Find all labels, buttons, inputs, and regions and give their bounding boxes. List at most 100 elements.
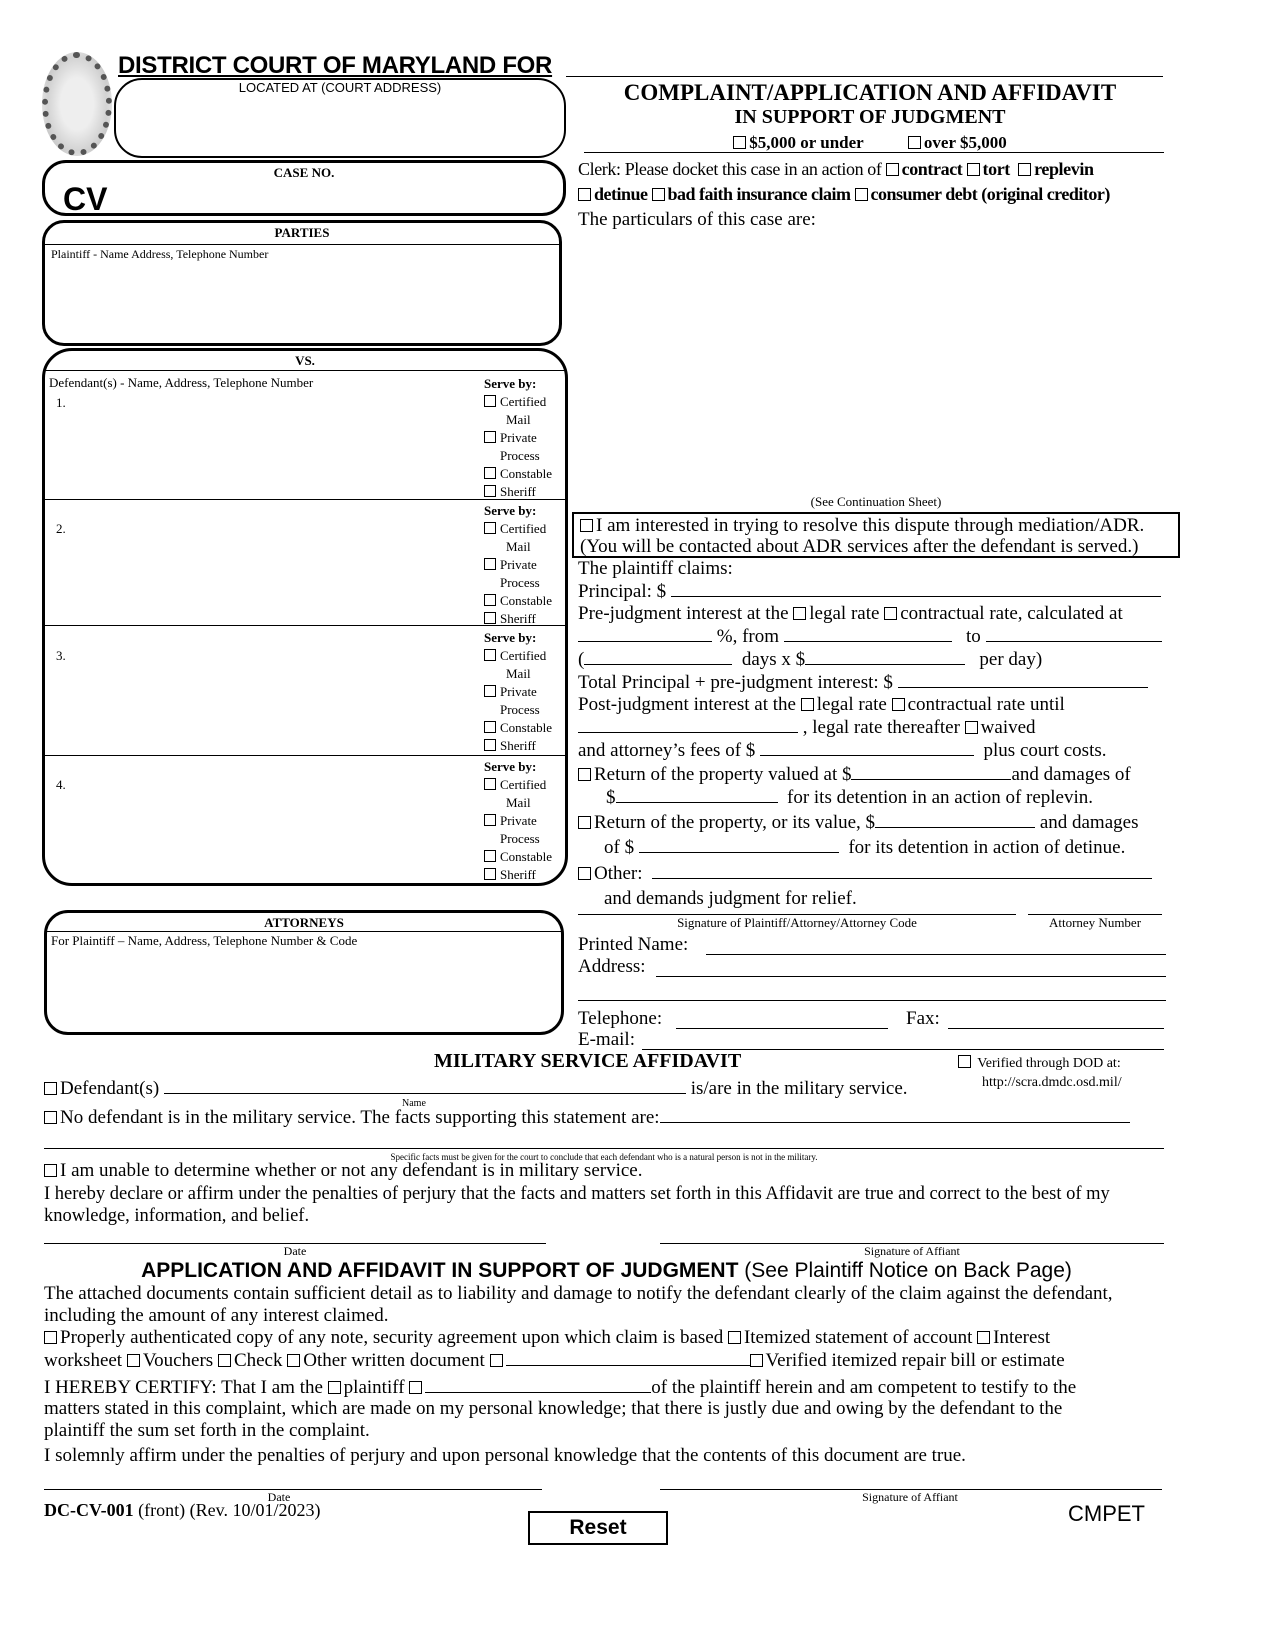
checkbox-icon[interactable] (580, 519, 593, 532)
serve-constable[interactable]: Constable (484, 719, 552, 737)
postjudgment-legal-rate-checkbox[interactable] (800, 698, 814, 711)
serve-private-process[interactable]: Private (484, 683, 552, 701)
checkbox-icon[interactable] (958, 1055, 971, 1068)
serve-certified-mail[interactable]: Certified (484, 647, 552, 665)
other-claim-input[interactable] (652, 862, 1153, 879)
interest-rate-input[interactable] (578, 625, 712, 642)
serve-private-process[interactable]: Private (484, 429, 552, 447)
serve-constable[interactable]: Constable (484, 848, 552, 866)
facts-input-2[interactable] (44, 1148, 1164, 1149)
other-doc-checkbox[interactable] (489, 1354, 503, 1367)
serve-certified-mail[interactable]: Certified (484, 776, 552, 794)
court-address-field[interactable]: LOCATED AT (COURT ADDRESS) (114, 78, 566, 158)
total-input[interactable] (897, 671, 1148, 688)
checkbox-icon[interactable] (484, 558, 496, 570)
postjudgment-contractual-rate-checkbox[interactable] (891, 698, 905, 711)
serve-certified-mail[interactable]: Certified (484, 393, 552, 411)
checkbox-icon[interactable] (484, 612, 496, 624)
checkbox-icon[interactable] (484, 431, 496, 443)
itemized-statement-checkbox[interactable] (727, 1331, 741, 1344)
action-contract-checkbox[interactable] (885, 163, 899, 176)
waived-checkbox[interactable] (964, 721, 978, 734)
checkbox-icon[interactable] (484, 868, 496, 880)
checkbox-icon[interactable] (484, 814, 496, 826)
dod-verified-option[interactable]: Verified through DOD at: (958, 1055, 1121, 1072)
plaintiff-label[interactable]: Plaintiff - Name Address, Telephone Numb… (51, 247, 268, 262)
certify-capacity-input[interactable] (425, 1376, 652, 1393)
attorney-fees-input[interactable] (760, 739, 975, 756)
adr-option[interactable]: I am interested in trying to resolve thi… (580, 515, 1172, 537)
detinue-return-checkbox[interactable] (578, 816, 591, 829)
vouchers-checkbox[interactable] (126, 1354, 140, 1367)
certify-other-checkbox[interactable] (409, 1381, 423, 1394)
other-claim-checkbox[interactable] (578, 867, 591, 880)
authenticated-copy-checkbox[interactable] (44, 1331, 57, 1344)
fax-input[interactable] (948, 1028, 1164, 1029)
serve-certified-mail[interactable]: Certified (484, 520, 552, 538)
per-day-amount-input[interactable] (805, 648, 966, 665)
military-defendants-checkbox[interactable] (44, 1082, 57, 1095)
military-defendant-name-input[interactable] (163, 1077, 686, 1094)
checkbox-icon[interactable] (484, 649, 496, 661)
defendant-4-number[interactable]: 4. (56, 777, 66, 793)
principal-input[interactable] (670, 580, 1161, 597)
serve-constable[interactable]: Constable (484, 592, 552, 610)
defendant-3-number[interactable]: 3. (56, 648, 66, 664)
action-bad-faith-checkbox[interactable] (651, 188, 665, 201)
action-consumer-debt-checkbox[interactable] (854, 188, 868, 201)
serve-private-process[interactable]: Private (484, 556, 552, 574)
other-written-checkbox[interactable] (287, 1354, 301, 1367)
detinue-value-input[interactable] (875, 811, 1036, 828)
interest-from-date-input[interactable] (783, 625, 952, 642)
case-number-field[interactable]: CASE NO. CV (42, 160, 566, 217)
checkbox-icon[interactable] (733, 136, 747, 149)
no-defendant-checkbox[interactable] (44, 1111, 57, 1124)
prejudgment-contractual-rate-checkbox[interactable] (884, 607, 898, 620)
serve-sheriff[interactable]: Sheriff (484, 866, 552, 884)
detinue-damages-input[interactable] (638, 836, 839, 853)
serve-sheriff[interactable]: Sheriff (484, 737, 552, 755)
other-doc-input[interactable] (505, 1349, 750, 1366)
replevin-damages-input[interactable] (615, 786, 778, 803)
serve-private-process[interactable]: Private (484, 812, 552, 830)
checkbox-icon[interactable] (484, 778, 496, 790)
defendant-2-number[interactable]: 2. (56, 521, 66, 537)
replevin-return-checkbox[interactable] (578, 768, 591, 781)
checkbox-icon[interactable] (484, 685, 496, 697)
checkbox-icon[interactable] (484, 522, 496, 534)
repair-bill-checkbox[interactable] (749, 1354, 763, 1367)
checkbox-icon[interactable] (907, 136, 921, 149)
check-checkbox[interactable] (217, 1354, 231, 1367)
printed-name-input[interactable] (706, 954, 1166, 955)
days-input[interactable] (584, 648, 733, 665)
prejudgment-legal-rate-checkbox[interactable] (793, 607, 807, 620)
dod-url[interactable]: http://scra.dmdc.osd.mil/ (982, 1075, 1122, 1091)
action-tort-checkbox[interactable] (966, 163, 980, 176)
telephone-input[interactable] (676, 1028, 888, 1029)
interest-to-date-input[interactable] (985, 625, 1162, 642)
address-input-1[interactable] (656, 976, 1166, 977)
action-detinue-checkbox[interactable] (578, 188, 591, 201)
checkbox-icon[interactable] (484, 739, 496, 751)
amount-under-5000[interactable]: $5,000 or under (733, 133, 863, 152)
address-input-2[interactable] (578, 1000, 1166, 1001)
defendant-1-number[interactable]: 1. (56, 395, 66, 411)
contractual-until-input[interactable] (578, 716, 798, 733)
replevin-value-input[interactable] (851, 763, 1012, 780)
amount-over-5000[interactable]: over $5,000 (907, 133, 1007, 152)
unable-checkbox[interactable] (44, 1164, 57, 1177)
checkbox-icon[interactable] (484, 467, 496, 479)
attorney-for-plaintiff-label[interactable]: For Plaintiff – Name, Address, Telephone… (51, 933, 357, 949)
serve-sheriff[interactable]: Sheriff (484, 610, 552, 628)
checkbox-icon[interactable] (484, 485, 496, 497)
particulars-field[interactable] (578, 232, 1163, 492)
checkbox-icon[interactable] (484, 594, 496, 606)
serve-constable[interactable]: Constable (484, 465, 552, 483)
certify-plaintiff-checkbox[interactable] (327, 1381, 341, 1394)
facts-input-1[interactable] (659, 1106, 1130, 1123)
reset-button[interactable]: Reset (528, 1511, 668, 1545)
interest-worksheet-checkbox[interactable] (977, 1331, 991, 1344)
serve-sheriff[interactable]: Sheriff (484, 483, 552, 501)
checkbox-icon[interactable] (484, 721, 496, 733)
action-replevin-checkbox[interactable] (1018, 163, 1032, 176)
